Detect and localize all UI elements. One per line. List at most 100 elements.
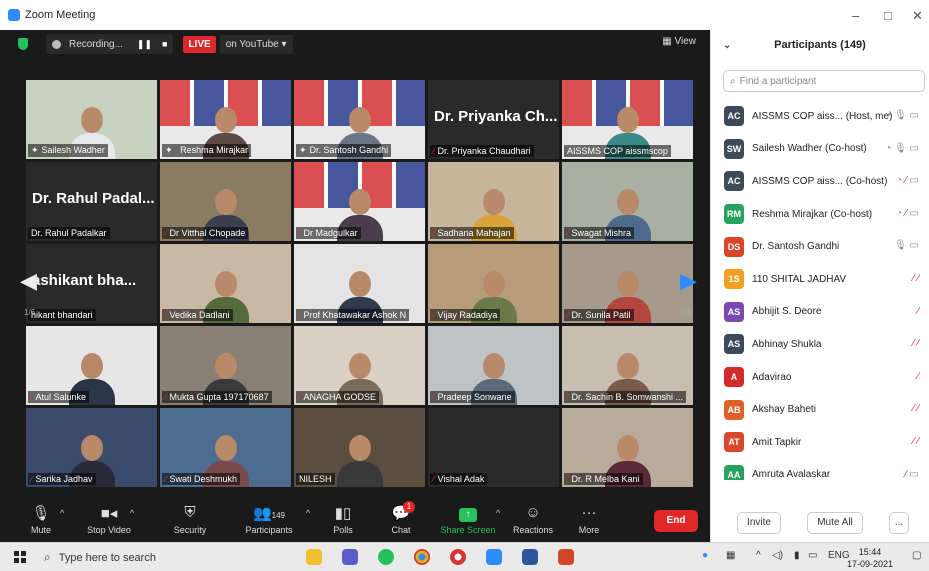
video-tile[interactable]: ⁄ Sarika Jadhav bbox=[26, 408, 157, 487]
mute-all-button[interactable]: Mute All bbox=[807, 512, 863, 534]
minimize-button[interactable]: – bbox=[852, 8, 859, 23]
chrome-profile-icon[interactable] bbox=[450, 549, 466, 565]
windows-start-icon[interactable] bbox=[14, 551, 26, 563]
live-badge[interactable]: LIVE bbox=[183, 35, 216, 53]
more-button[interactable]: ··· More bbox=[574, 504, 604, 535]
help-icon[interactable]: ● bbox=[702, 550, 708, 561]
next-page-arrow-icon[interactable]: ▶ bbox=[680, 268, 697, 294]
video-tile[interactable]: ⁄ Pradeep Sonwane bbox=[428, 326, 559, 405]
participant-row[interactable]: RM Reshma Mirajkar (Co-host) ◔ ⁄ ▭ bbox=[711, 198, 929, 231]
video-tile[interactable]: ⁄ Dr Vitthal Chopade bbox=[160, 162, 291, 241]
video-tile[interactable]: ⁄ Vishal Adak bbox=[428, 408, 559, 487]
participant-name: Reshma Mirajkar (Co-host) bbox=[752, 208, 873, 220]
security-button[interactable]: ⛨ Security bbox=[170, 504, 210, 535]
zoom-taskbar-icon[interactable] bbox=[486, 549, 502, 565]
more-dots-icon: ··· bbox=[581, 504, 597, 521]
video-tile[interactable]: ⁄ Mukta Gupta 197170687 bbox=[160, 326, 291, 405]
share-screen-button[interactable]: ↑ Share Screen ^ bbox=[440, 504, 500, 535]
invite-button[interactable]: Invite bbox=[737, 512, 781, 534]
reactions-button[interactable]: ☺ Reactions bbox=[512, 504, 554, 535]
view-button[interactable]: ▦ View bbox=[662, 36, 696, 47]
youtube-dropdown[interactable]: on YouTube ▾ bbox=[219, 34, 293, 54]
battery-icon[interactable]: ▭ bbox=[808, 550, 817, 561]
video-tile[interactable]: ⁄ Vijay Radadiya bbox=[428, 244, 559, 323]
notifications-icon[interactable]: ▢ bbox=[912, 550, 921, 561]
participants-button[interactable]: 👥149 Participants ^ bbox=[240, 504, 310, 535]
more-options-button[interactable]: ... bbox=[889, 512, 909, 534]
tile-name: Dr. R Melba Kani bbox=[571, 474, 640, 484]
collapse-chevron-icon[interactable]: ⌄ bbox=[723, 40, 731, 51]
participant-row[interactable]: AC AISSMS COP aiss... (Co-host) ◔ ⁄ ▭ bbox=[711, 165, 929, 198]
end-meeting-button[interactable]: End bbox=[654, 510, 698, 532]
audio-options-chevron-icon[interactable]: ^ bbox=[60, 508, 64, 518]
participant-row[interactable]: SW Sailesh Wadher (Co-host) ◔ 🎙 ▭ bbox=[711, 133, 929, 166]
security-shield-icon[interactable] bbox=[18, 38, 28, 50]
participant-row[interactable]: AC AISSMS COP aiss... (Host, me) ◔ 🎙 ▭ bbox=[711, 100, 929, 133]
video-tile[interactable]: ⁄ Dr. Sunila Patil bbox=[562, 244, 693, 323]
participants-options-chevron-icon[interactable]: ^ bbox=[306, 508, 310, 518]
participant-status-icons: ⁄ ⁄ bbox=[913, 436, 919, 447]
tray-chevron-icon[interactable]: ^ bbox=[756, 550, 761, 561]
tile-name: Swagat Mishra bbox=[571, 228, 632, 238]
video-tile[interactable]: ⁄ Atul Salunke bbox=[26, 326, 157, 405]
whatsapp-icon[interactable] bbox=[378, 549, 394, 565]
microphone-tray-icon[interactable]: ▮ bbox=[794, 550, 800, 561]
maximize-button[interactable]: □ bbox=[884, 8, 892, 23]
video-tile[interactable]: ⁄ Vedika Dadlani bbox=[160, 244, 291, 323]
video-tile[interactable]: ⁄ Dr. Sachin B. Somwanshi ... bbox=[562, 326, 693, 405]
video-tile[interactable]: ⁄ Prof Khatawakar Ashok N bbox=[294, 244, 425, 323]
participant-status-icons: ⁄ bbox=[917, 306, 919, 317]
participant-row[interactable]: A Adavirao ⁄ bbox=[711, 361, 929, 394]
stop-recording-icon[interactable]: ■ bbox=[162, 39, 167, 49]
taskbar-clock[interactable]: 15:44 17-09-2021 bbox=[847, 546, 893, 570]
prev-page-arrow-icon[interactable]: ◀ bbox=[20, 268, 37, 294]
volume-icon[interactable]: ◁) bbox=[772, 550, 783, 561]
share-options-chevron-icon[interactable]: ^ bbox=[496, 508, 500, 518]
participant-row[interactable]: AA Amruta Avalaskar ⁄ ▭ bbox=[711, 459, 929, 480]
avatar: 1S bbox=[724, 269, 744, 290]
video-tile[interactable]: NILESH bbox=[294, 408, 425, 487]
participant-status-icons: ◔ 🎙 ▭ bbox=[885, 143, 919, 154]
input-indicator-icon[interactable]: ▦ bbox=[726, 550, 735, 561]
video-tile[interactable]: ✦ ⁄ Reshma Mirajkar bbox=[160, 80, 291, 159]
participant-search-input[interactable]: ⌕ Find a participant bbox=[723, 70, 925, 92]
video-tile[interactable]: ashikant bha... hikant bhandari bbox=[26, 244, 157, 323]
video-tile[interactable]: ⁄ Sadhana Mahajan bbox=[428, 162, 559, 241]
video-options-chevron-icon[interactable]: ^ bbox=[130, 508, 134, 518]
mute-button[interactable]: 🎙 Mute ^ bbox=[26, 504, 64, 535]
participant-name: Amit Tapkir bbox=[752, 436, 802, 448]
recording-indicator[interactable]: Recording... ❚❚ ■ bbox=[46, 34, 174, 54]
participant-row[interactable]: DS Dr. Santosh Gandhi 🎙 ▭ bbox=[711, 230, 929, 263]
video-tile[interactable]: ⁄ Swati Deshmukh bbox=[160, 408, 291, 487]
chrome-icon[interactable] bbox=[414, 549, 430, 565]
video-tile[interactable]: ✦ Dr. Santosh Gandhi bbox=[294, 80, 425, 159]
avatar: DS bbox=[724, 236, 744, 257]
muted-mic-icon: ⁄ bbox=[917, 338, 919, 350]
participant-row[interactable]: AS Abhinay Shukla ⁄ ⁄ bbox=[711, 328, 929, 361]
taskbar-search-box[interactable]: ⌕ Type here to search bbox=[44, 547, 294, 568]
powerpoint-icon[interactable] bbox=[558, 549, 574, 565]
video-tile[interactable]: ⁄ ANAGHA GODSE bbox=[294, 326, 425, 405]
video-tile[interactable]: Dr. Rahul Padal... Dr. Rahul Padalkar bbox=[26, 162, 157, 241]
video-tile[interactable]: Dr. Priyanka Ch... ⁄ Dr. Priyanka Chaudhar… bbox=[428, 80, 559, 159]
polls-button[interactable]: ▮▯ Polls bbox=[328, 504, 358, 535]
file-explorer-icon[interactable] bbox=[306, 549, 322, 565]
video-tile[interactable]: ✦ Sailesh Wadher bbox=[26, 80, 157, 159]
word-icon[interactable] bbox=[522, 549, 538, 565]
video-tile[interactable]: AISSMS COP aissmscop bbox=[562, 80, 693, 159]
chat-button[interactable]: 💬 1 Chat bbox=[386, 501, 416, 535]
video-tile[interactable]: ⁄ Dr Madgulkar bbox=[294, 162, 425, 241]
close-button[interactable]: ✕ bbox=[912, 8, 923, 24]
participant-row[interactable]: AB Akshay Baheti ⁄ ⁄ bbox=[711, 393, 929, 426]
teams-icon[interactable] bbox=[342, 549, 358, 565]
participant-row[interactable]: 1S 110 SHITAL JADHAV ⁄ ⁄ bbox=[711, 263, 929, 296]
participant-row[interactable]: AT Amit Tapkir ⁄ ⁄ bbox=[711, 426, 929, 459]
video-tile[interactable]: ⁄ Swagat Mishra bbox=[562, 162, 693, 241]
stop-video-button[interactable]: ■◂ Stop Video ^ bbox=[84, 504, 134, 535]
video-tile[interactable]: ⁄ Dr. R Melba Kani bbox=[562, 408, 693, 487]
pause-recording-icon[interactable]: ❚❚ bbox=[137, 39, 152, 50]
search-icon: ⌕ bbox=[730, 75, 736, 87]
video-camera-icon: ▭ bbox=[909, 240, 919, 252]
participant-row[interactable]: AS Abhijit S. Deore ⁄ bbox=[711, 296, 929, 329]
window-titlebar: Zoom Meeting – □ ✕ bbox=[0, 0, 929, 30]
